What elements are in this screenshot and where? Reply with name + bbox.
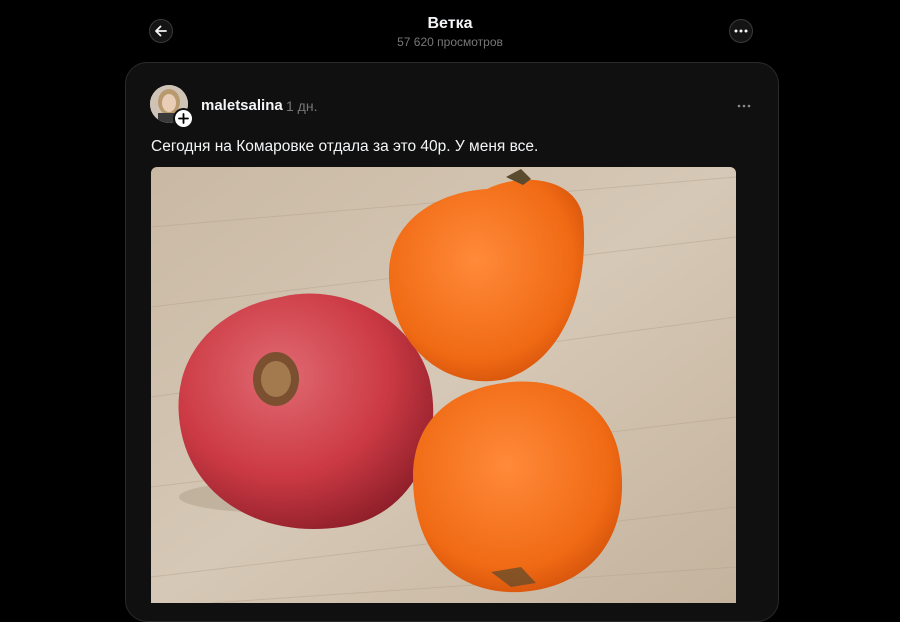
post-username[interactable]: maletsalina <box>201 97 283 114</box>
ellipsis-icon <box>734 29 748 33</box>
top-bar: Ветка 57 620 просмотров <box>0 0 900 62</box>
post-options-button[interactable] <box>732 99 756 113</box>
page-title: Ветка <box>427 15 473 32</box>
follow-button[interactable] <box>173 108 194 129</box>
thread-options-button[interactable] <box>729 19 753 43</box>
ellipsis-icon <box>737 104 751 108</box>
post-photo[interactable] <box>151 167 736 603</box>
plus-icon <box>178 113 189 124</box>
post-text: Сегодня на Комаровке отдала за это 40р. … <box>151 138 539 155</box>
view-count: 57 620 просмотров <box>397 35 503 49</box>
post-card: maletsalina 1 дн. Сегодня на Комаровке о… <box>125 62 779 622</box>
post-timestamp: 1 дн. <box>286 98 318 114</box>
header-title-block: Ветка 57 620 просмотров <box>0 14 900 49</box>
